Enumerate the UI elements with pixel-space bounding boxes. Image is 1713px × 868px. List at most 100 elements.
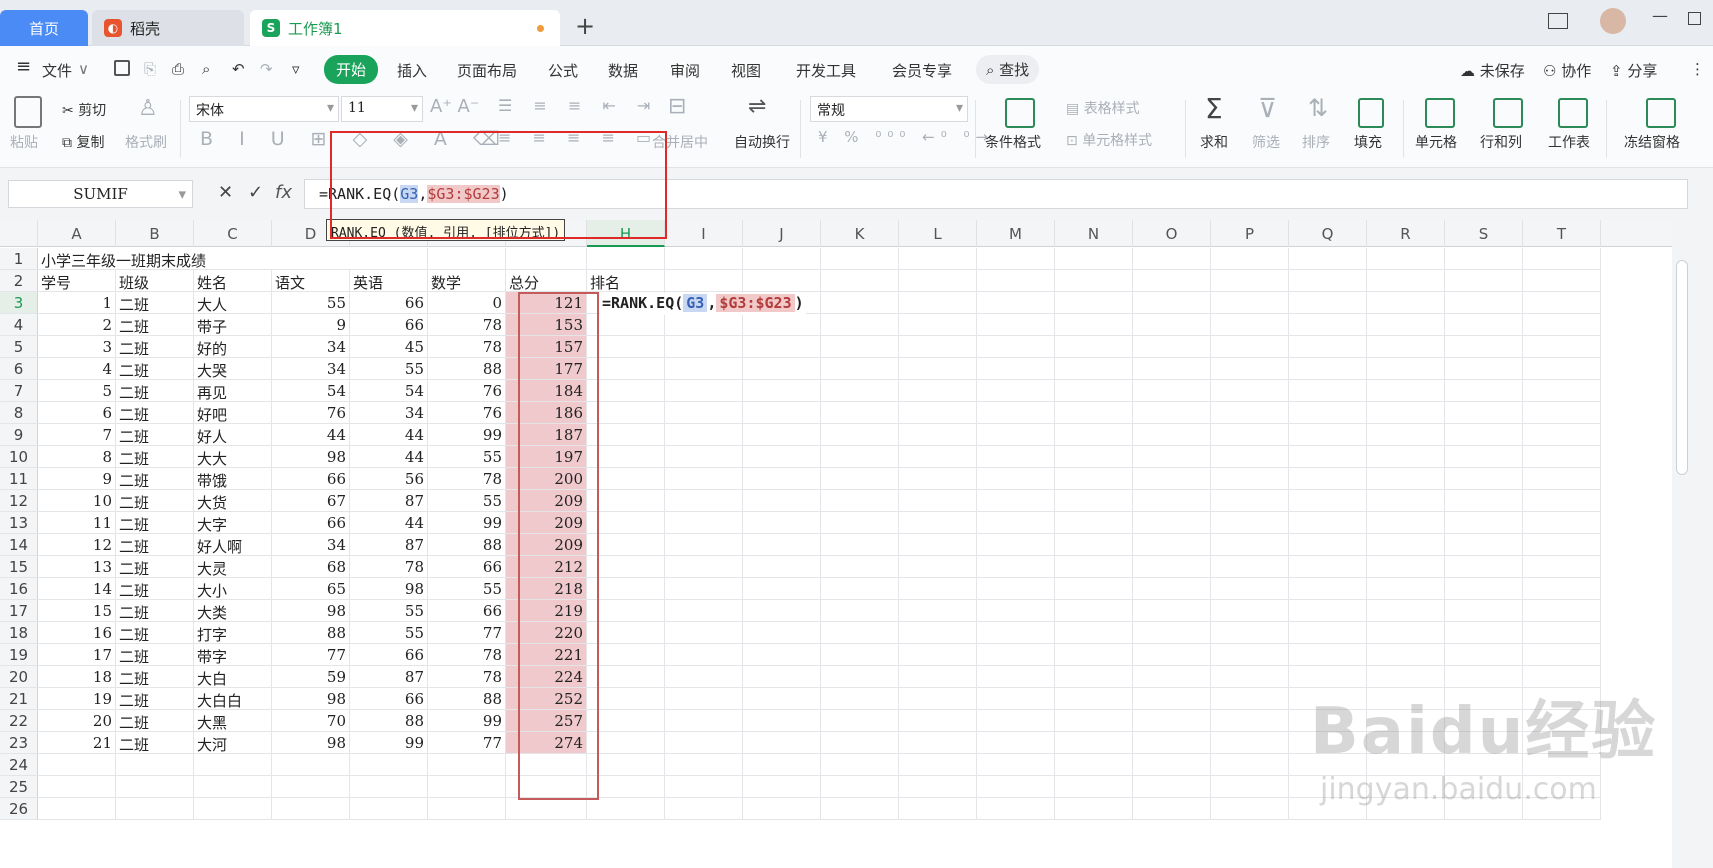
cell[interactable]: 二班 [116,622,194,644]
cell[interactable] [821,688,899,710]
cell[interactable] [1211,688,1289,710]
cell[interactable] [1211,732,1289,754]
cell[interactable] [1289,380,1367,402]
cell[interactable] [899,754,977,776]
cell[interactable]: 45 [350,336,428,358]
menu-formula[interactable]: 公式 [548,60,578,81]
cell[interactable] [1289,270,1367,292]
cell[interactable] [665,490,743,512]
cell[interactable] [1133,270,1211,292]
cell[interactable] [587,534,665,556]
menu-data[interactable]: 数据 [608,60,638,81]
cell[interactable] [1211,424,1289,446]
cell[interactable] [1367,512,1445,534]
cell[interactable]: 21 [38,732,116,754]
cell[interactable] [821,732,899,754]
cell[interactable] [272,798,350,820]
cell[interactable] [1055,776,1133,798]
cell[interactable]: 8 [38,446,116,468]
menu-insert[interactable]: 插入 [397,60,427,81]
row-header[interactable]: 8 [0,402,38,424]
cell[interactable]: 二班 [116,468,194,490]
cell[interactable]: 98 [350,578,428,600]
cell[interactable] [1133,468,1211,490]
cell[interactable] [1133,644,1211,666]
cell[interactable] [899,534,977,556]
cell[interactable] [1523,578,1601,600]
cell[interactable] [1133,666,1211,688]
cell[interactable] [1211,402,1289,424]
cell[interactable]: 77 [428,622,506,644]
cell[interactable] [899,798,977,820]
column-header[interactable]: Q [1289,220,1367,247]
copy-button[interactable]: ⧉ 复制 [62,132,104,152]
cell[interactable] [1289,446,1367,468]
row-header[interactable]: 1 [0,248,38,270]
cell[interactable]: 66 [350,314,428,336]
cell[interactable] [821,468,899,490]
cell[interactable]: 78 [350,556,428,578]
cell[interactable]: 带子 [194,314,272,336]
tab-docer[interactable]: ◐ 稻壳 [92,10,244,46]
cell[interactable]: 9 [272,314,350,336]
row-header[interactable]: 2 [0,270,38,292]
cell[interactable] [587,468,665,490]
cell[interactable] [821,578,899,600]
cell[interactable] [1367,314,1445,336]
cell[interactable] [977,468,1055,490]
cell[interactable] [1211,490,1289,512]
select-all-corner[interactable] [0,220,38,247]
cell-style-button[interactable]: ⊡ 单元格样式 [1066,130,1152,150]
cell[interactable] [899,248,977,270]
cell[interactable]: 大灵 [194,556,272,578]
row-header[interactable]: 18 [0,622,38,644]
cell[interactable]: 88 [350,710,428,732]
cell[interactable] [1445,402,1523,424]
cell[interactable]: 99 [428,424,506,446]
cell[interactable] [743,666,821,688]
cell[interactable] [1055,754,1133,776]
format-painter-button[interactable]: 格式刷 [125,132,167,152]
column-header[interactable]: P [1211,220,1289,247]
cell[interactable] [1367,556,1445,578]
cell[interactable] [665,270,743,292]
cell[interactable] [665,666,743,688]
cell[interactable] [350,248,428,270]
cell[interactable] [1211,336,1289,358]
cell[interactable]: 66 [272,468,350,490]
cell[interactable] [1211,358,1289,380]
cell[interactable] [977,402,1055,424]
cell[interactable]: 带字 [194,644,272,666]
cell[interactable]: 大白白 [194,688,272,710]
cell[interactable] [1523,358,1601,380]
cell[interactable] [1523,644,1601,666]
cell[interactable] [1055,490,1133,512]
cell[interactable] [506,754,587,776]
cell[interactable]: 55 [272,292,350,314]
cell[interactable] [743,512,821,534]
cell[interactable] [1289,314,1367,336]
cell[interactable] [821,402,899,424]
cell[interactable] [665,798,743,820]
cell[interactable] [1055,248,1133,270]
cell[interactable] [1367,468,1445,490]
cell[interactable]: 219 [506,600,587,622]
cell[interactable] [977,666,1055,688]
cell[interactable] [743,688,821,710]
unsaved-status[interactable]: ☁ 未保存 [1460,60,1525,81]
cell[interactable] [587,380,665,402]
cell[interactable] [821,358,899,380]
cell[interactable]: 78 [428,666,506,688]
row-header[interactable]: 25 [0,776,38,798]
cell[interactable] [1523,534,1601,556]
cell[interactable] [428,798,506,820]
name-box[interactable]: SUMIF ▾ [8,180,193,208]
cell[interactable] [1445,292,1523,314]
cell[interactable] [1055,578,1133,600]
cell[interactable] [1055,446,1133,468]
cell[interactable] [587,424,665,446]
grow-font-icon[interactable]: A⁺ A⁻ [430,96,479,117]
cell[interactable] [1445,578,1523,600]
cell[interactable] [1445,644,1523,666]
cell[interactable] [587,754,665,776]
